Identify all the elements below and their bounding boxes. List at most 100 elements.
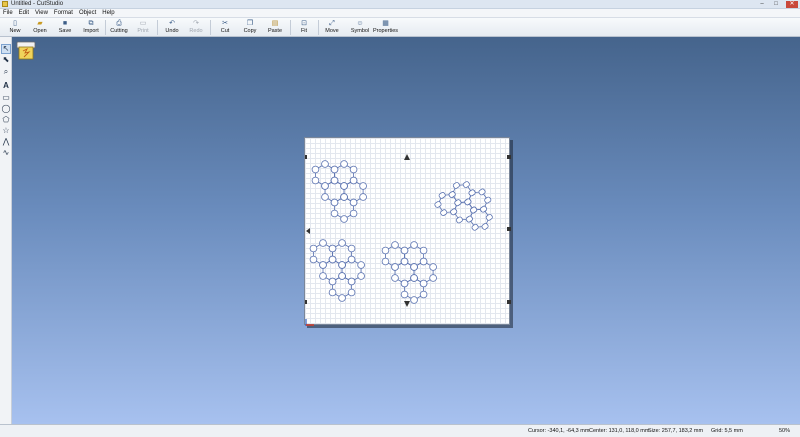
title-bar: Untitled - CutStudio – □ ✕ [0,0,800,9]
menu-view[interactable]: View [32,9,51,18]
rectangle-tool-icon[interactable]: ▭ [1,93,11,103]
hexagon-cluster-1[interactable] [311,160,367,223]
copy-button[interactable]: ❐ Copy [240,19,260,36]
selection-handle [305,155,307,159]
selection-handle [507,300,511,304]
star-tool-icon[interactable]: ☆ [1,126,11,136]
hexagon-node-circle [410,296,418,304]
hexagon-node-circle [357,272,365,280]
hexagon-node-circle [419,290,428,299]
text-tool-icon[interactable]: A [1,81,11,91]
print-button[interactable]: ▭ Print [134,19,152,36]
hexagon-node-circle [419,246,428,255]
size-readout: Size: 257,7, 183,2 mm [648,428,704,434]
drawing-canvas[interactable] [12,37,800,424]
hexagon-node-shape [471,223,479,231]
hexagon-node-shape [470,206,478,214]
hexagon-node-circle [340,160,348,168]
move-button[interactable]: ⤢ Move [322,19,342,36]
menu-edit[interactable]: Edit [16,9,32,18]
cutting-machine-icon[interactable] [16,41,36,60]
properties-button[interactable]: ▦ Properties [373,19,398,36]
hexagon-node-circle [338,272,346,280]
design-layer[interactable] [305,138,511,326]
toolbar-separator [157,20,158,35]
paste-button[interactable]: ▤ Paste [265,19,285,36]
status-bar: Cursor: -340,1, -64,3 mm Center: 131,0, … [0,424,800,437]
hexagon-node-circle [319,261,327,269]
new-file-icon: ▯ [13,20,17,27]
hexagon-node-shape [485,213,493,221]
polyline-tool-icon[interactable]: ⋀ [1,137,11,147]
hexagon-node-shape [440,209,448,217]
redo-button[interactable]: ↷ Redo [187,19,205,36]
cursor-readout: Cursor: -340,1, -64,3 mm [528,428,590,434]
hexagon-node-circle [359,182,367,190]
hexagon-node-circle [429,274,437,282]
open-button[interactable]: ▰ Open [30,19,50,36]
menu-file[interactable]: File [0,9,16,18]
hexagon-node-shape [478,188,486,196]
cutting-button[interactable]: ⎙ Cutting [108,19,130,36]
hexagon-node-circle [400,279,409,288]
freehand-curve-icon[interactable]: ∿ [1,148,11,158]
selection-handle [507,155,511,159]
cutting-icon: ⎙ [116,20,122,27]
hexagon-node-shape [438,192,446,199]
hexagon-node-circle [419,257,428,266]
menu-object[interactable]: Object [76,9,99,18]
hexagon-cluster-3[interactable] [381,241,437,304]
center-readout: Center: 131,0, 118,0 mm [589,428,650,434]
hexagon-node-circle [338,239,346,247]
cut-button[interactable]: ✂ Cut [216,19,234,36]
node-edit-arrow-icon[interactable]: ⬉ [1,55,11,65]
import-button[interactable]: ⧉ Import [80,19,102,36]
hexagon-node-circle [357,261,365,269]
hexagon-node-circle [419,279,428,288]
grid-readout: Grid: 5,5 mm [711,428,743,434]
menu-format[interactable]: Format [51,9,76,18]
selection-handle [507,227,511,231]
move-icon: ⤢ [329,20,335,27]
polygon-tool-icon[interactable]: ⬠ [1,115,11,125]
maximize-icon[interactable]: □ [772,1,780,8]
undo-button[interactable]: ↶ Undo [162,19,182,36]
hexagon-node-circle [309,244,318,253]
redo-icon: ↷ [193,20,199,27]
undo-icon: ↶ [169,20,175,27]
ellipse-tool-icon[interactable]: ◯ [1,104,11,114]
zoom-magnifier-icon[interactable]: ⌕ [1,67,11,77]
close-icon[interactable]: ✕ [786,1,798,8]
hexagon-node-circle [309,255,318,264]
hexagon-cluster-2[interactable] [309,239,365,302]
window-controls: – □ ✕ [758,1,798,8]
hexagon-node-shape [468,189,476,197]
media-sheet[interactable] [304,137,511,326]
top-center-arrow-icon [404,154,410,160]
hexagon-node-circle [381,257,390,266]
toolbar: ▯ New ▰ Open ■ Save ⧉ Import ⎙ Cutting ▭… [0,18,800,37]
fit-button[interactable]: ⊡ Fit [295,19,313,36]
hexagon-node-circle [321,182,329,190]
hexagon-node-circle [400,290,409,299]
copy-icon: ❐ [246,20,254,27]
hexagon-node-shape [465,215,473,223]
hexagon-node-circle [311,165,320,174]
menu-help[interactable]: Help [99,9,117,18]
save-button[interactable]: ■ Save [56,19,74,36]
toolbar-separator [290,20,291,35]
toolbar-separator [105,20,106,35]
paste-clipboard-icon: ▤ [271,20,279,27]
hexagon-node-shape [481,223,489,230]
left-center-arrow-icon [306,228,310,234]
minimize-icon[interactable]: – [758,1,766,8]
symbol-button[interactable]: ☺ Symbol [348,19,372,36]
hexagon-node-circle [328,277,337,286]
rotated-hexagon-cluster[interactable] [431,172,503,245]
window-title: Untitled - CutStudio [11,1,64,7]
hexagon-node-shape [454,199,462,207]
hexagon-node-shape [464,198,472,206]
select-arrow-icon[interactable]: ↖ [1,44,11,54]
printer-icon: ▭ [139,20,147,27]
new-button[interactable]: ▯ New [6,19,24,36]
